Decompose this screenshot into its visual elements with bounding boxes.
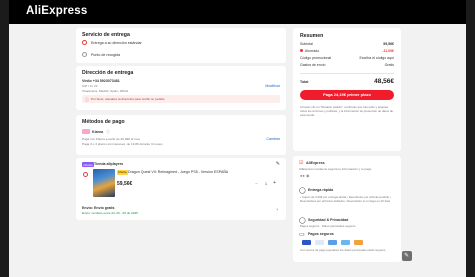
shield-check-icon: ☑ [299,160,304,166]
summary-row-promo: Código promocional Escriba el código aqu… [300,56,394,62]
chevron-right-icon[interactable]: › [276,207,278,213]
total-value: 48,56€ [374,78,394,85]
payments-note: Con socios de pago populares tus datos p… [300,248,386,252]
window-frame-right [466,0,475,277]
security-title[interactable]: Seguridad & Privacidad [308,218,348,222]
option-pickup-point-label: Punto de recogida [91,52,121,57]
badge-icons: ●● ◉ [300,173,310,178]
delivery-title: Envío: Envío gratis [82,206,115,210]
quantity-increase-button[interactable]: + [273,180,276,186]
payment-method-name: Klarna [92,129,104,134]
shipping-service-card: Servicio de entrega Entrega a su direcci… [76,28,286,63]
delivery-date: Envío: recíbelo entre dic 26 - 28 de 202… [82,211,138,215]
saved-value[interactable]: -11,00€ [382,49,394,53]
legal-text: Al hacer clic en "Realizar pedido", conf… [300,105,394,118]
address-notice-text: Por favor, actualice la dirección para r… [91,97,165,102]
radio-standard-delivery[interactable] [82,40,87,45]
product-thumbnail[interactable] [93,169,115,197]
change-payment-link[interactable]: Cambiar [266,137,280,141]
address-name-phone: Vinilo +34 5923073481 [82,79,120,83]
product-choice-badge: Choice [117,170,128,175]
summary-row-shipping: Gastos de envío Gratis [300,63,394,69]
truck-icon: ◯ [299,188,306,194]
fast-delivery-details: • Cupón de 3,00€ por entrega tardía • Re… [300,195,391,204]
address-card: Dirección de entrega Vinilo +34 59230734… [76,66,286,110]
payment-line-2: Paga 3 o 4 plazos sin intereses: de 19,8… [82,141,163,146]
address-street: C/P / Yo 22 [82,84,98,88]
payment-card: Métodos de pago Klarna ⓘ Paga con Klarna… [76,115,286,155]
summary-row-subtotal: Subtotal 59,56€ [300,42,394,48]
trust-brand: AliExpress [306,161,325,165]
edit-note-icon[interactable]: ✎ [276,161,280,167]
mastercard-logo [354,240,363,245]
pencil-icon: ✎ [404,252,410,259]
summary-card: Resumen Subtotal 59,56€ Ahorrado -11,00€… [293,28,401,151]
amex-logo [341,240,350,245]
shipping-service-title: Servicio de entrega [82,32,130,38]
promo-label: Código promocional [300,56,332,60]
address-notice: ⓘ Por favor, actualice la dirección para… [82,95,280,103]
summary-title: Resumen [300,33,324,39]
divider [300,73,394,74]
card-icon: ▭ [299,232,305,238]
store-name[interactable]: Tienda allplayers [94,162,123,166]
paypal-logo [302,240,311,245]
store-card: Choice Tienda allplayers ✎ Choice Dragon… [76,158,286,220]
fast-delivery-title[interactable]: Entrega rápida [308,188,333,192]
saved-icon [300,49,303,52]
aliexpress-logo[interactable]: AliExpress [26,5,87,17]
window-frame-left [0,0,9,277]
product-checkbox[interactable] [83,172,88,177]
shipping-cost-value: Gratis [384,63,394,67]
promo-input[interactable]: Escriba el código aquí [360,56,394,60]
product-price: 59,56€ [117,181,133,187]
visa-logo [315,240,324,245]
choice-badge: Choice [82,162,95,167]
edit-address-link[interactable]: Modificar [265,84,280,88]
payments-title: Pagos seguros [308,232,334,236]
saved-label: Ahorrado [304,49,320,53]
subtotal-value: 59,56€ [383,42,394,46]
trust-tagline: AliExpress mantiene segura tu informació… [299,167,372,171]
address-city: Chapinería, Madrid, Spain, 28641 [82,88,129,93]
payment-line-1: Paga con Klarna a partir de 20,99€ al me… [82,137,140,141]
address-title: Dirección de entrega [82,70,134,76]
total-label: Total [300,80,309,84]
product-title[interactable]: Dragon Quest VII: Reimagined - Juego PS5… [128,170,228,174]
klarna-logo [82,129,90,134]
trust-card: ☑ AliExpress AliExpress mantiene segura … [293,156,401,262]
subtotal-label: Subtotal [300,42,313,46]
summary-row-saved: Ahorrado -11,00€ [300,49,394,55]
quantity-value[interactable]: 1 [265,182,267,186]
quantity-decrease-button[interactable]: − [255,181,258,187]
lock-icon: ◯ [299,218,306,224]
payment-title: Métodos de pago [82,119,125,125]
warning-icon: ⓘ [85,96,89,102]
info-icon[interactable]: ⓘ [106,129,110,135]
security-line: Pagos seguros · Datos personales seguros [300,224,356,228]
top-header: AliExpress [9,0,466,24]
maestro-logo [328,240,337,245]
option-standard-delivery-label: Entrega a su dirección estándar [91,40,142,45]
pay-button[interactable]: Paga 24,19€ primer plazo [300,90,394,100]
floating-edit-button[interactable]: ✎ [402,251,412,261]
radio-pickup-point[interactable] [82,52,87,57]
shipping-cost-label: Gastos de envío [300,63,326,67]
